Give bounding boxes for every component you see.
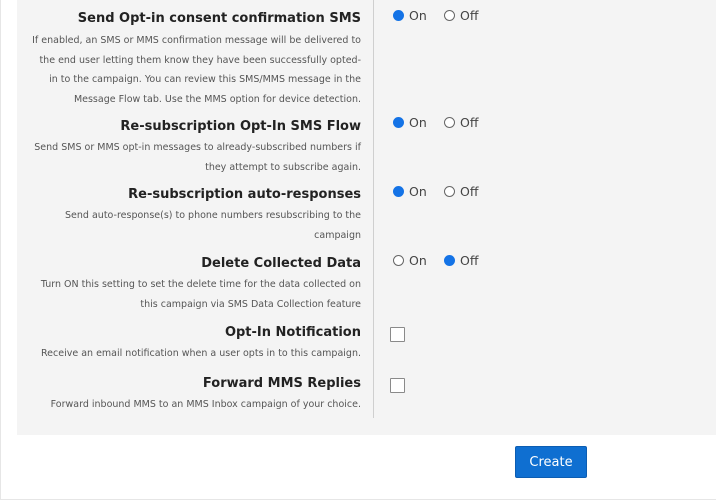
setting-title: Delete Collected Data	[201, 256, 361, 271]
radio-option-on[interactable]: On	[393, 115, 427, 130]
radio-label-on: On	[409, 253, 427, 268]
radio-label-on: On	[409, 184, 427, 199]
setting-description: Turn ON this setting to set the delete t…	[40, 279, 361, 310]
radio-label-on: On	[409, 8, 427, 23]
setting-title: Forward MMS Replies	[202, 376, 361, 391]
radio-unselected-icon[interactable]	[444, 186, 455, 197]
radio-option-off[interactable]: Off	[444, 184, 478, 199]
column-divider	[373, 0, 374, 418]
radio-option-on[interactable]: On	[393, 253, 427, 268]
radio-label-off: Off	[460, 184, 479, 199]
radio-unselected-icon[interactable]	[393, 255, 404, 266]
radio-option-on[interactable]: On	[393, 8, 427, 23]
radio-option-off[interactable]: Off	[444, 115, 478, 130]
campaign-settings-page: Send Opt-in consent confirmation SMS If …	[0, 0, 716, 502]
frame-bottom-border	[0, 499, 716, 500]
radio-selected-icon[interactable]	[444, 255, 455, 266]
setting-title: Opt-In Notification	[224, 325, 361, 340]
setting-title: Re-subscription auto-responses	[128, 187, 361, 202]
radio-option-off[interactable]: Off	[444, 253, 478, 268]
setting-description: Send auto-response(s) to phone numbers r…	[65, 210, 361, 241]
frame-left-border	[0, 0, 1, 500]
opt-in-notification-checkbox[interactable]	[390, 327, 405, 342]
radio-selected-icon[interactable]	[393, 117, 404, 128]
radio-label-off: Off	[460, 8, 479, 23]
radio-selected-icon[interactable]	[393, 186, 404, 197]
forward-mms-replies-checkbox[interactable]	[390, 378, 405, 393]
radio-unselected-icon[interactable]	[444, 10, 455, 21]
radio-label-off: Off	[460, 253, 479, 268]
setting-title: Re-subscription Opt-In SMS Flow	[120, 119, 361, 134]
radio-label-off: Off	[460, 115, 479, 130]
radio-option-on[interactable]: On	[393, 184, 427, 199]
radio-unselected-icon[interactable]	[444, 117, 455, 128]
setting-description: Send SMS or MMS opt-in messages to alrea…	[34, 142, 361, 173]
create-button[interactable]: Create	[515, 446, 587, 478]
setting-title: Send Opt-in consent confirmation SMS	[77, 11, 361, 26]
setting-description: Forward inbound MMS to an MMS Inbox camp…	[50, 399, 361, 410]
setting-description: Receive an email notification when a use…	[41, 348, 361, 359]
radio-label-on: On	[409, 115, 427, 130]
setting-description: If enabled, an SMS or MMS confirmation m…	[32, 35, 361, 105]
radio-selected-icon[interactable]	[393, 10, 404, 21]
radio-option-off[interactable]: Off	[444, 8, 478, 23]
